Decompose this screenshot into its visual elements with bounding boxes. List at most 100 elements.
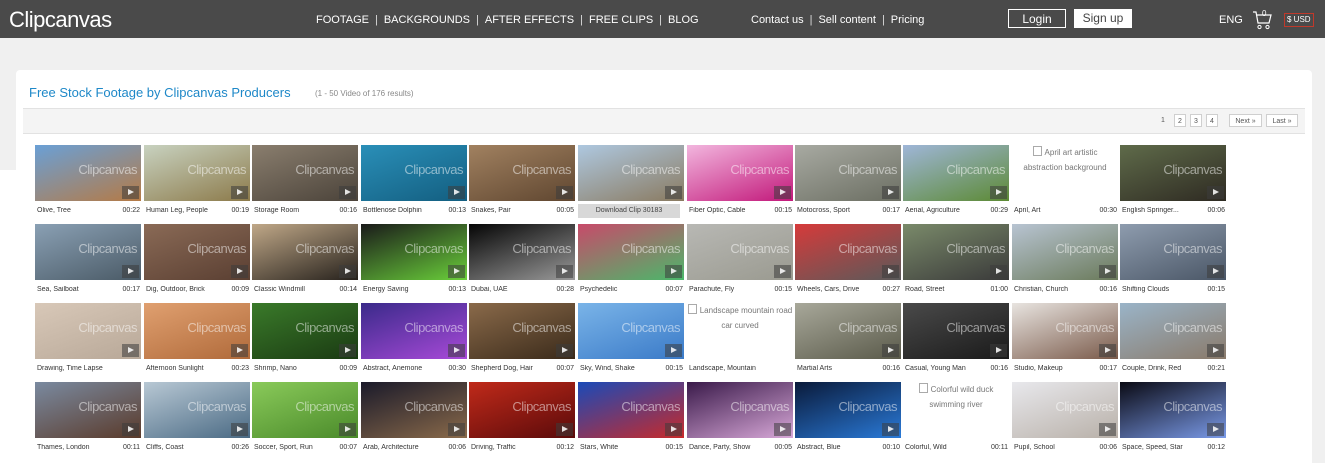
- clip-thumbnail-alt-text[interactable]: April art artistic abstraction backgroun…: [1012, 145, 1118, 201]
- clip-card[interactable]: Clipcanvas Thames, London 00:11: [35, 382, 141, 454]
- page-1[interactable]: 1: [1157, 114, 1169, 127]
- clip-thumbnail[interactable]: Clipcanvas: [361, 145, 467, 201]
- clip-thumbnail[interactable]: Clipcanvas: [1120, 303, 1226, 359]
- play-icon[interactable]: [1207, 423, 1224, 436]
- play-icon[interactable]: [231, 265, 248, 278]
- clip-thumbnail[interactable]: Clipcanvas: [469, 224, 575, 280]
- clip-thumbnail[interactable]: Clipcanvas: [469, 145, 575, 201]
- clip-thumbnail-alt-text[interactable]: Landscape mountain road car curved: [687, 303, 793, 359]
- play-icon[interactable]: [990, 344, 1007, 357]
- clip-card[interactable]: Landscape mountain road car curved Landsc…: [687, 303, 793, 375]
- play-icon[interactable]: [882, 186, 899, 199]
- play-icon[interactable]: [1207, 344, 1224, 357]
- clip-thumbnail[interactable]: Clipcanvas: [578, 224, 684, 280]
- play-icon[interactable]: [774, 265, 791, 278]
- signup-button[interactable]: Sign up: [1074, 9, 1132, 28]
- clip-card[interactable]: Clipcanvas Couple, Drink, Red 00:21: [1120, 303, 1226, 375]
- clip-card[interactable]: Clipcanvas Casual, Young Man 00:16: [903, 303, 1009, 375]
- clip-card[interactable]: Clipcanvas Bottlenose Dolphin 00:13: [361, 145, 467, 217]
- nav-contact-us[interactable]: Contact us: [751, 14, 804, 26]
- clip-card[interactable]: Clipcanvas Shifting Clouds 00:15: [1120, 224, 1226, 296]
- next-page-button[interactable]: Next »: [1229, 114, 1262, 127]
- play-icon[interactable]: [448, 423, 465, 436]
- play-icon[interactable]: [665, 186, 682, 199]
- play-icon[interactable]: [122, 423, 139, 436]
- clip-card[interactable]: Clipcanvas Fiber Optic, Cable 00:15: [687, 145, 793, 217]
- play-icon[interactable]: [556, 423, 573, 436]
- play-icon[interactable]: [1099, 423, 1116, 436]
- clip-card[interactable]: Clipcanvas Snakes, Pair 00:05: [469, 145, 575, 217]
- play-icon[interactable]: [339, 344, 356, 357]
- clip-card[interactable]: Clipcanvas Christian, Church 00:16: [1012, 224, 1118, 296]
- clip-thumbnail[interactable]: Clipcanvas: [361, 224, 467, 280]
- nav-backgrounds[interactable]: BACKGROUNDS: [384, 14, 470, 26]
- clip-thumbnail[interactable]: Clipcanvas: [252, 303, 358, 359]
- clip-thumbnail[interactable]: Clipcanvas: [687, 382, 793, 438]
- clip-thumbnail[interactable]: Clipcanvas: [252, 224, 358, 280]
- clip-thumbnail[interactable]: Clipcanvas: [35, 145, 141, 201]
- clip-card[interactable]: Clipcanvas Sky, Wind, Shake 00:15: [578, 303, 684, 375]
- play-icon[interactable]: [882, 265, 899, 278]
- clip-card[interactable]: Clipcanvas Human Leg, People 00:19: [144, 145, 250, 217]
- clip-thumbnail[interactable]: Clipcanvas: [252, 382, 358, 438]
- clip-thumbnail[interactable]: Clipcanvas: [361, 303, 467, 359]
- play-icon[interactable]: [882, 344, 899, 357]
- play-icon[interactable]: [122, 344, 139, 357]
- play-icon[interactable]: [339, 186, 356, 199]
- clip-thumbnail[interactable]: Clipcanvas: [144, 145, 250, 201]
- clip-thumbnail[interactable]: Clipcanvas: [144, 303, 250, 359]
- last-page-button[interactable]: Last »: [1266, 114, 1298, 127]
- clip-card[interactable]: Clipcanvas Aerial, Agriculture 00:29: [903, 145, 1009, 217]
- play-icon[interactable]: [556, 344, 573, 357]
- clip-card[interactable]: Clipcanvas Dubai, UAE 00:28: [469, 224, 575, 296]
- clip-card[interactable]: Clipcanvas Energy Saving 00:13: [361, 224, 467, 296]
- play-icon[interactable]: [665, 344, 682, 357]
- play-icon[interactable]: [882, 423, 899, 436]
- play-icon[interactable]: [774, 186, 791, 199]
- clip-card[interactable]: Clipcanvas Abstract, Blue 00:10: [795, 382, 901, 454]
- play-icon[interactable]: [122, 186, 139, 199]
- play-icon[interactable]: [122, 265, 139, 278]
- clip-card[interactable]: Clipcanvas Driving, Traffic 00:12: [469, 382, 575, 454]
- clip-thumbnail[interactable]: Clipcanvas: [1120, 145, 1226, 201]
- play-icon[interactable]: [448, 186, 465, 199]
- logo[interactable]: Clipcanvas: [9, 7, 112, 33]
- clip-card[interactable]: Clipcanvas Motocross, Sport 00:17: [795, 145, 901, 217]
- clip-thumbnail[interactable]: Clipcanvas: [903, 224, 1009, 280]
- clip-card[interactable]: Clipcanvas Cliffs, Coast 00:26: [144, 382, 250, 454]
- play-icon[interactable]: [448, 265, 465, 278]
- play-icon[interactable]: [339, 265, 356, 278]
- play-icon[interactable]: [990, 265, 1007, 278]
- clip-card[interactable]: Clipcanvas Studio, Makeup 00:17: [1012, 303, 1118, 375]
- play-icon[interactable]: [231, 186, 248, 199]
- clip-card[interactable]: Clipcanvas Pupil, School 00:06: [1012, 382, 1118, 454]
- clip-card[interactable]: Clipcanvas Download Clip 30183: [578, 145, 684, 218]
- nav-after-effects[interactable]: AFTER EFFECTS: [485, 14, 574, 26]
- clip-thumbnail[interactable]: Clipcanvas: [903, 145, 1009, 201]
- clip-thumbnail[interactable]: Clipcanvas: [35, 382, 141, 438]
- clip-thumbnail[interactable]: Clipcanvas: [1120, 224, 1226, 280]
- clip-card[interactable]: Clipcanvas Storage Room 00:16: [252, 145, 358, 217]
- clip-thumbnail[interactable]: Clipcanvas: [578, 382, 684, 438]
- clip-card[interactable]: Clipcanvas Classic Windmill 00:14: [252, 224, 358, 296]
- clip-card[interactable]: Clipcanvas Dig, Outdoor, Brick 00:09: [144, 224, 250, 296]
- play-icon[interactable]: [231, 344, 248, 357]
- nav-blog[interactable]: BLOG: [668, 14, 699, 26]
- clip-card[interactable]: Clipcanvas Soccer, Sport, Run 00:07: [252, 382, 358, 454]
- currency-selector[interactable]: $ USD: [1284, 13, 1314, 27]
- clip-thumbnail[interactable]: Clipcanvas: [795, 382, 901, 438]
- clip-thumbnail[interactable]: Clipcanvas: [578, 303, 684, 359]
- nav-free-clips[interactable]: FREE CLIPS: [589, 14, 653, 26]
- play-icon[interactable]: [231, 423, 248, 436]
- play-icon[interactable]: [1099, 344, 1116, 357]
- play-icon[interactable]: [1099, 265, 1116, 278]
- clip-thumbnail[interactable]: Clipcanvas: [144, 382, 250, 438]
- clip-thumbnail[interactable]: Clipcanvas: [1012, 382, 1118, 438]
- clip-card[interactable]: Clipcanvas Martial Arts 00:16: [795, 303, 901, 375]
- clip-card[interactable]: Clipcanvas English Springer... 00:06: [1120, 145, 1226, 217]
- clip-card[interactable]: Clipcanvas Afternoon Sunlight 00:23: [144, 303, 250, 375]
- nav-pricing[interactable]: Pricing: [891, 14, 925, 26]
- clip-thumbnail[interactable]: Clipcanvas: [903, 303, 1009, 359]
- clip-thumbnail[interactable]: Clipcanvas: [795, 145, 901, 201]
- clip-thumbnail[interactable]: Clipcanvas: [469, 382, 575, 438]
